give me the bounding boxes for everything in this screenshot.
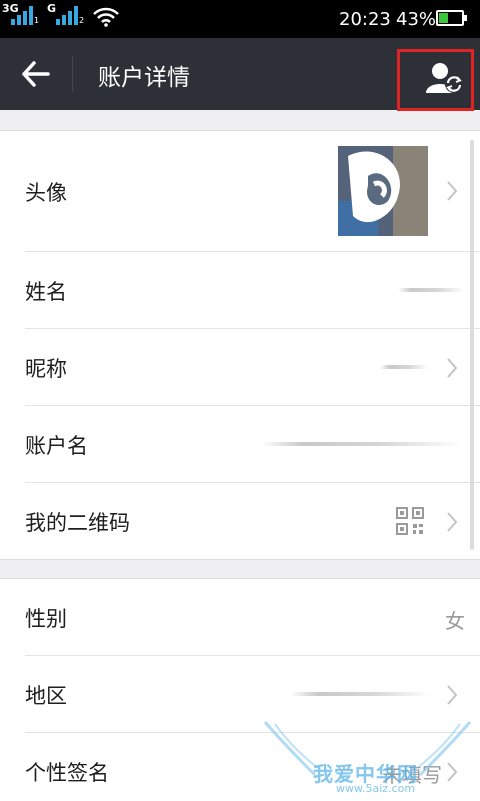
battery-icon — [436, 10, 467, 26]
scrollbar[interactable] — [470, 140, 474, 550]
network-type-1: 3G — [2, 2, 19, 15]
row-account-name[interactable]: 账户名 — [0, 406, 480, 483]
row-label-signature: 个性签名 — [25, 761, 109, 785]
name-value-obscured — [398, 288, 464, 292]
chevron-right-icon — [447, 685, 458, 705]
network-type-2: G — [47, 2, 57, 15]
status-bar: 3G 1 G 2 20:23 43% — [0, 0, 480, 38]
row-label-gender: 性别 — [25, 607, 67, 631]
wifi-icon — [93, 7, 119, 27]
qr-code-icon — [396, 507, 424, 535]
row-label-my-qr-code: 我的二维码 — [25, 511, 130, 535]
header-divider — [72, 56, 73, 92]
page-title: 账户详情 — [98, 65, 190, 91]
row-name[interactable]: 姓名 — [0, 252, 480, 329]
switch-account-button[interactable] — [397, 49, 474, 111]
row-label-avatar: 头像 — [25, 181, 67, 205]
signal-strength-2-icon: G 2 — [47, 2, 85, 25]
user-sync-icon — [426, 63, 463, 93]
account-info-section: 头像 姓名 昵称 账户名 我的二维码 — [0, 130, 480, 560]
status-time: 20:23 — [339, 9, 391, 30]
region-value-obscured — [290, 692, 430, 696]
battery-percent: 43% — [396, 9, 437, 30]
avatar — [338, 146, 428, 236]
back-button[interactable] — [20, 60, 52, 88]
gender-value: 女 — [445, 609, 465, 633]
row-label-name: 姓名 — [25, 280, 67, 304]
chevron-right-icon — [447, 181, 458, 201]
nickname-value-obscured — [380, 365, 428, 369]
watermark-url: www.5aiz.com — [336, 782, 416, 795]
row-nickname[interactable]: 昵称 — [0, 329, 480, 406]
chevron-right-icon — [447, 358, 458, 378]
chevron-right-icon — [447, 762, 458, 782]
chevron-right-icon — [447, 512, 458, 532]
row-avatar[interactable]: 头像 — [0, 131, 480, 252]
signal-strength-1-icon: 3G 1 — [2, 2, 40, 25]
app-header: 账户详情 — [0, 38, 480, 111]
row-gender[interactable]: 性别 女 — [0, 579, 480, 656]
account-name-value-obscured — [262, 442, 462, 446]
row-label-nickname: 昵称 — [25, 357, 67, 381]
back-arrow-icon — [22, 61, 50, 87]
row-label-account-name: 账户名 — [25, 434, 88, 458]
row-region[interactable]: 地区 — [0, 656, 480, 733]
row-label-region: 地区 — [25, 684, 67, 708]
row-my-qr-code[interactable]: 我的二维码 — [0, 483, 480, 559]
